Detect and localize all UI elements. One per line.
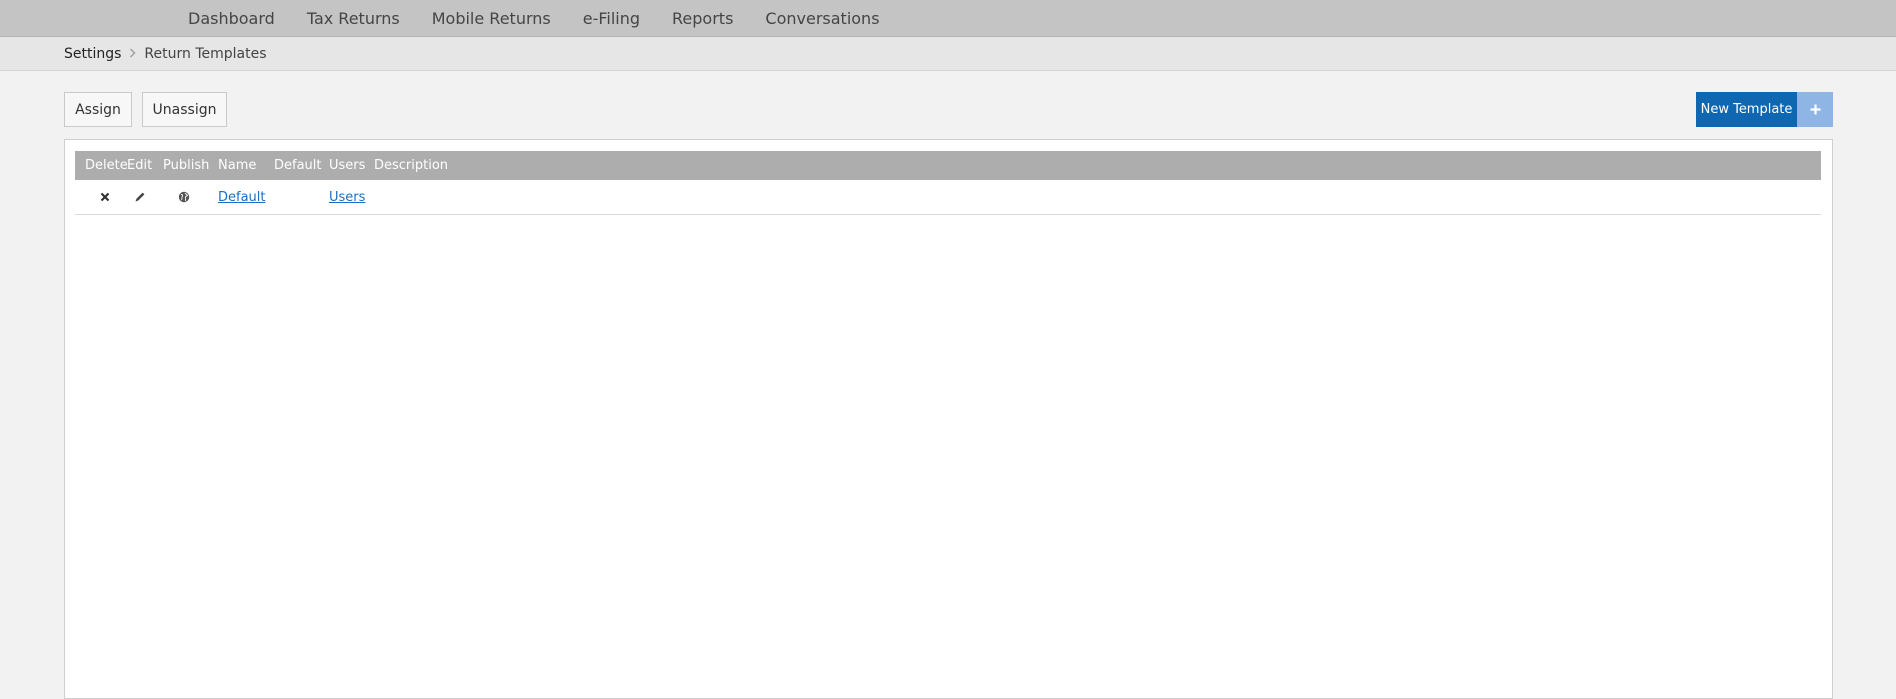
new-template-button[interactable]: New Template [1696, 92, 1797, 127]
column-header-description[interactable]: Description [374, 158, 1821, 173]
breadcrumb-settings-link[interactable]: Settings [64, 46, 121, 62]
templates-grid: Delete Edit Publish Name Default Users D… [75, 151, 1821, 215]
assign-button[interactable]: Assign [64, 92, 132, 127]
plus-icon[interactable] [1797, 92, 1833, 127]
breadcrumb: Settings Return Templates [64, 37, 267, 71]
template-name-link[interactable]: Default [218, 190, 266, 205]
template-users-link[interactable]: Users [329, 190, 365, 205]
globe-icon[interactable] [177, 190, 191, 204]
column-header-users[interactable]: Users [329, 158, 374, 173]
close-icon[interactable] [98, 190, 112, 204]
column-header-edit: Edit [127, 158, 153, 173]
new-template-button-group: New Template [1696, 92, 1833, 127]
nav-item-dashboard[interactable]: Dashboard [188, 9, 275, 28]
top-navigation-bar: Dashboard Tax Returns Mobile Returns e-F… [0, 0, 1896, 37]
breadcrumb-bar: Settings Return Templates [0, 37, 1896, 71]
pencil-icon[interactable] [133, 190, 147, 204]
nav-item-reports[interactable]: Reports [672, 9, 733, 28]
main-nav: Dashboard Tax Returns Mobile Returns e-F… [188, 0, 912, 37]
column-header-publish: Publish [163, 158, 210, 173]
templates-panel: Delete Edit Publish Name Default Users D… [64, 139, 1833, 699]
breadcrumb-current-page: Return Templates [144, 46, 267, 62]
unassign-button[interactable]: Unassign [142, 92, 227, 127]
nav-item-mobile-returns[interactable]: Mobile Returns [432, 9, 551, 28]
nav-item-e-filing[interactable]: e-Filing [583, 9, 640, 28]
delete-cell [75, 190, 127, 204]
users-cell: Users [329, 190, 374, 205]
column-header-default[interactable]: Default [274, 158, 329, 173]
table-row: Default Users [75, 180, 1821, 215]
nav-item-conversations[interactable]: Conversations [765, 9, 879, 28]
nav-item-tax-returns[interactable]: Tax Returns [307, 9, 400, 28]
column-header-name[interactable]: Name [218, 158, 274, 173]
grid-header: Delete Edit Publish Name Default Users D… [75, 151, 1821, 180]
edit-cell [127, 190, 163, 204]
publish-cell [163, 190, 218, 204]
column-header-delete: Delete [85, 158, 128, 173]
name-cell: Default [218, 190, 274, 205]
chevron-right-icon [129, 47, 136, 61]
